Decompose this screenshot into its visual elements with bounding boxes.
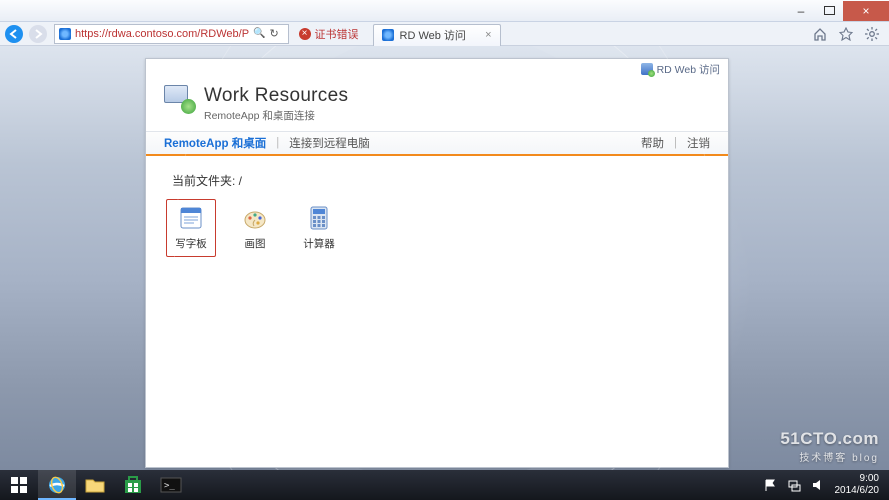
cert-error-indicator[interactable]: × 证书错误	[299, 26, 359, 42]
app-label: 画图	[245, 236, 266, 251]
taskbar-store-button[interactable]	[114, 470, 152, 500]
calculator-icon	[306, 205, 332, 231]
tray-volume-icon[interactable]	[811, 478, 825, 492]
cert-error-label: 证书错误	[315, 26, 359, 42]
identity-strip: RD Web 访问	[146, 59, 728, 77]
rdweb-panel: RD Web 访问 Work Resources RemoteApp 和桌面连接…	[145, 58, 729, 468]
tray-network-icon[interactable]	[787, 478, 801, 492]
refresh-button[interactable]: ↻	[270, 27, 284, 41]
start-button[interactable]	[0, 470, 38, 500]
tray-date: 2014/6/20	[835, 485, 880, 497]
app-label: 写字板	[175, 236, 207, 251]
wordpad-icon	[178, 205, 204, 231]
browser-tab[interactable]: RD Web 访问 ×	[373, 24, 501, 46]
page-subtitle: RemoteApp 和桌面连接	[204, 108, 348, 123]
nav-forward-button[interactable]	[26, 23, 50, 45]
menu-bar: RemoteApp 和桌面 | 连接到远程电脑 帮助 | 注销	[146, 131, 728, 156]
window-titlebar: – ×	[0, 0, 889, 22]
app-grid: 写字板 画图 计算器	[146, 199, 728, 257]
taskbar-terminal-button[interactable]: >_	[152, 470, 190, 500]
favorites-icon[interactable]	[839, 27, 853, 41]
browser-tools	[813, 27, 889, 41]
breadcrumb: 当前文件夹: /	[146, 156, 728, 199]
taskbar: >_ 9:00 2014/6/20	[0, 470, 889, 500]
watermark: 51CTO.com 技术博客 blog	[780, 429, 879, 464]
paint-icon	[242, 205, 268, 231]
work-resources-logo-icon	[164, 85, 194, 111]
app-paint[interactable]: 画图	[230, 199, 280, 257]
link-signout[interactable]: 注销	[687, 135, 710, 151]
page-title: Work Resources	[204, 85, 348, 107]
address-bar[interactable]: https://rdwa.contoso.com/RDWeb/P 🔍 ↻	[54, 24, 289, 44]
tab-connect-remote[interactable]: 连接到远程电脑	[289, 135, 370, 151]
cert-error-icon: ×	[299, 28, 311, 40]
identity-label: RD Web 访问	[657, 62, 720, 77]
browser-window: – × https://rdwa.contoso.com/RDWeb/P 🔍 ↻…	[0, 0, 889, 470]
menu-separator: |	[276, 137, 279, 149]
window-close-button[interactable]: ×	[843, 1, 889, 21]
rdweb-identity-icon	[641, 63, 653, 75]
taskbar-ie-button[interactable]	[38, 470, 76, 500]
window-minimize-button[interactable]: –	[787, 1, 815, 21]
tray-flag-icon[interactable]	[763, 478, 777, 492]
app-calculator[interactable]: 计算器	[294, 199, 344, 257]
nav-back-button[interactable]	[2, 23, 26, 45]
brand-header: Work Resources RemoteApp 和桌面连接	[146, 77, 728, 131]
window-maximize-button[interactable]	[815, 1, 843, 21]
tray-clock[interactable]: 9:00 2014/6/20	[835, 473, 880, 497]
tab-close-button[interactable]: ×	[485, 29, 491, 41]
page-viewport: RD Web 访问 Work Resources RemoteApp 和桌面连接…	[0, 46, 889, 470]
tab-title: RD Web 访问	[400, 27, 466, 43]
tray-time: 9:00	[835, 473, 880, 485]
tab-strip: RD Web 访问 ×	[373, 22, 501, 46]
menu-separator: |	[674, 137, 677, 149]
search-dropdown-icon[interactable]: 🔍	[253, 28, 265, 39]
link-help[interactable]: 帮助	[641, 135, 664, 151]
svg-text:>_: >_	[164, 481, 175, 491]
site-favicon-icon	[59, 28, 71, 40]
tab-favicon-icon	[382, 29, 394, 41]
system-tray: 9:00 2014/6/20	[763, 473, 889, 497]
settings-gear-icon[interactable]	[865, 27, 879, 41]
taskbar-explorer-button[interactable]	[76, 470, 114, 500]
tab-remoteapp[interactable]: RemoteApp 和桌面	[164, 135, 266, 151]
browser-toolbar: https://rdwa.contoso.com/RDWeb/P 🔍 ↻ × 证…	[0, 22, 889, 46]
home-icon[interactable]	[813, 27, 827, 41]
url-text: https://rdwa.contoso.com/RDWeb/P	[75, 28, 249, 40]
app-wordpad[interactable]: 写字板	[166, 199, 216, 257]
app-label: 计算器	[303, 236, 335, 251]
